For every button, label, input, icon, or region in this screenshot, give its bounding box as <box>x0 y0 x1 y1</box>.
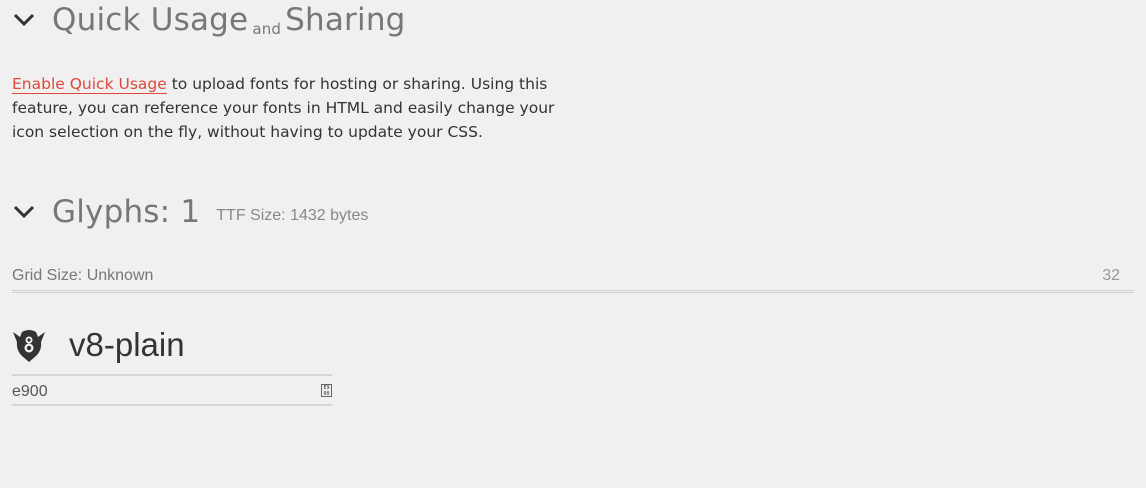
quick-usage-title: Quick Usage and Sharing <box>52 2 406 38</box>
quick-usage-header[interactable]: Quick Usage and Sharing <box>12 2 406 38</box>
ttf-size: TTF Size: 1432 bytes <box>216 207 369 224</box>
grid-size-label: Grid Size: Unknown <box>12 267 154 284</box>
chevron-down-icon[interactable] <box>12 8 36 32</box>
glyph-name: v8-plain <box>69 326 185 363</box>
quick-usage-title-sharing: Sharing <box>285 2 406 38</box>
grid-size-value[interactable]: 32 <box>1102 267 1120 285</box>
unicode-icon[interactable]: E9 00 <box>321 384 332 397</box>
quick-usage-description: Enable Quick Usage to upload fonts for h… <box>12 72 582 144</box>
glyph-code-field[interactable]: E900 <box>12 374 332 406</box>
glyphs-title: Glyphs: 1 <box>52 194 201 230</box>
enable-quick-usage-link[interactable]: Enable Quick Usage <box>12 75 167 94</box>
quick-usage-title-main: Quick Usage <box>52 2 249 38</box>
grid-size-row: Grid Size: Unknown 32 <box>12 264 1134 293</box>
glyphs-header[interactable]: Glyphs: 1 TTF Size: 1432 bytes <box>12 194 368 230</box>
glyph-code-input[interactable] <box>12 382 302 402</box>
chevron-down-icon[interactable] <box>12 200 36 224</box>
v8-logo-icon <box>13 330 45 362</box>
quick-usage-title-and: and <box>252 20 282 38</box>
